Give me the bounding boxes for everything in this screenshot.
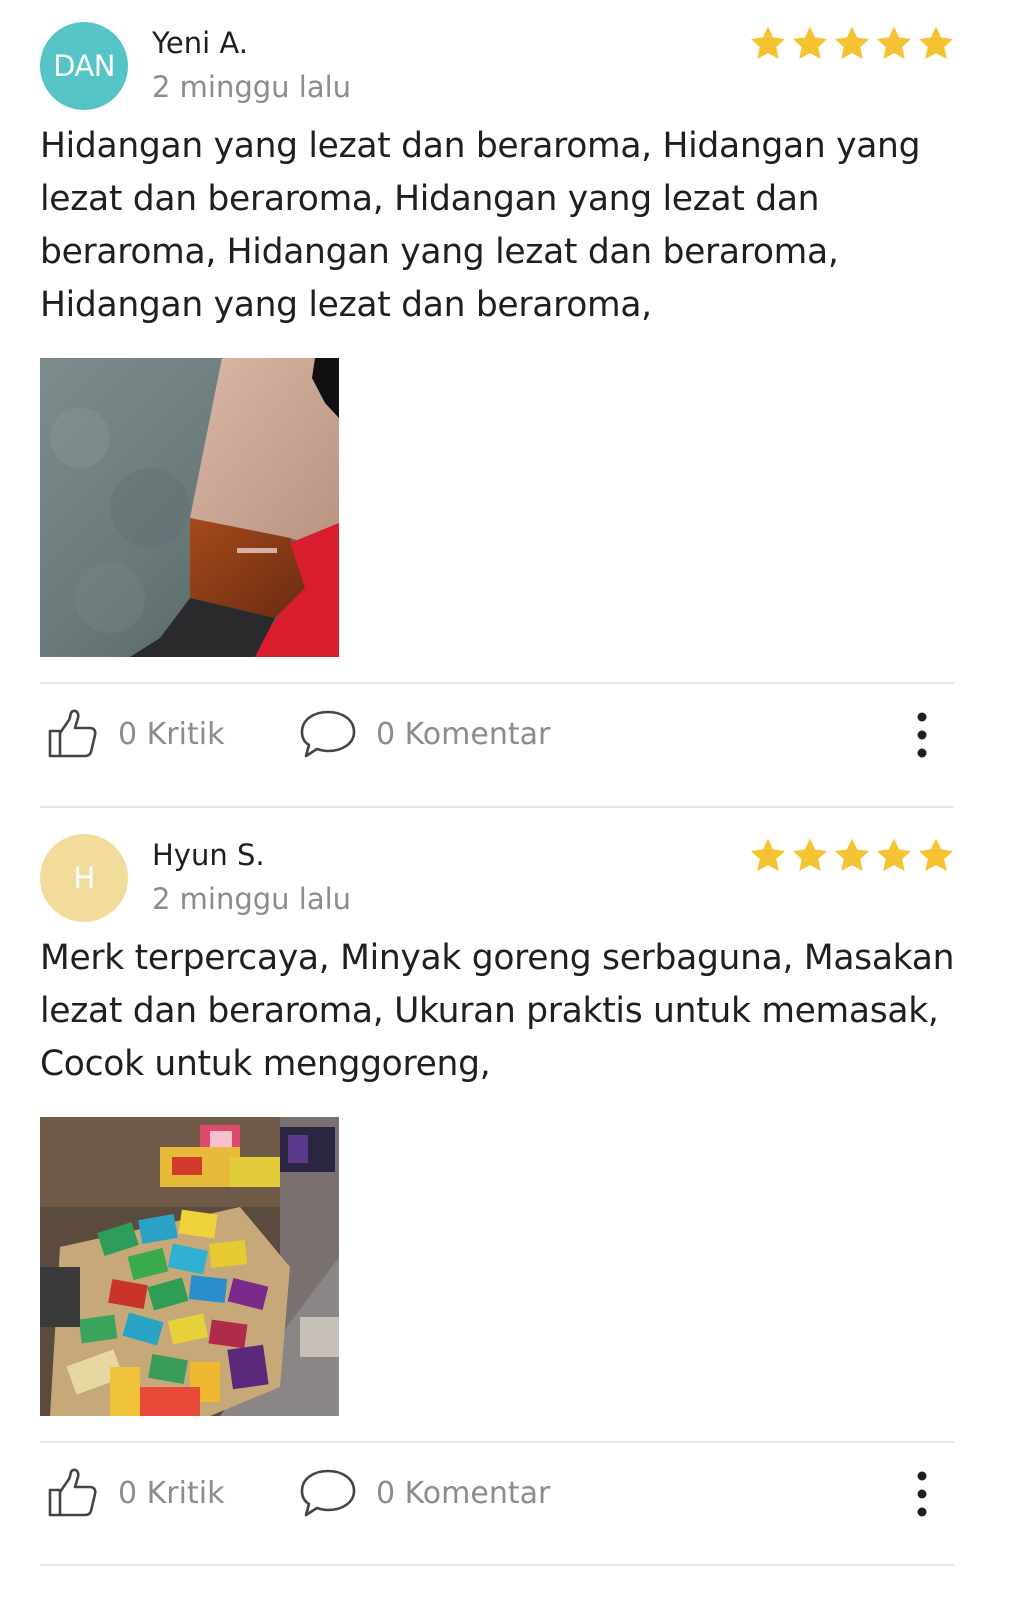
star-rating <box>748 836 956 876</box>
more-options-button[interactable] <box>902 1469 942 1519</box>
avatar[interactable]: DAN <box>40 22 128 110</box>
star-icon <box>751 838 785 871</box>
comment-count: 0 Komentar <box>376 716 551 752</box>
avatar[interactable]: H <box>40 834 128 922</box>
like-button[interactable]: 0 Kritik <box>46 1467 224 1519</box>
thumbs-up-icon <box>48 1468 97 1517</box>
review-actions: 0 Kritik 0 Komentar <box>0 690 1013 780</box>
review-photo[interactable] <box>40 1117 339 1416</box>
divider <box>40 682 954 684</box>
avatar-initials: H <box>73 861 95 895</box>
comment-button[interactable]: 0 Komentar <box>298 1467 550 1519</box>
like-button[interactable]: 0 Kritik <box>46 708 224 760</box>
star-icon <box>919 26 953 60</box>
star-icon <box>877 838 911 871</box>
review-time: 2 minggu lalu <box>152 70 352 104</box>
star-rating <box>748 24 956 64</box>
star-icon <box>919 838 953 871</box>
review-text: Hidangan yang lezat dan beraroma, Hidang… <box>40 126 921 325</box>
like-count: 0 Kritik <box>118 1475 225 1511</box>
comment-bubble-icon <box>300 710 356 758</box>
more-options-button[interactable] <box>902 710 942 760</box>
reviewer-name[interactable]: Yeni A. <box>152 26 248 60</box>
divider <box>40 1441 954 1443</box>
more-vertical-icon <box>917 1471 927 1517</box>
star-icon <box>751 26 785 60</box>
star-icon <box>835 838 869 871</box>
reviewer-name[interactable]: Hyun S. <box>152 838 265 872</box>
comment-bubble-icon <box>300 1469 356 1517</box>
star-icon <box>835 26 869 60</box>
star-icon <box>793 26 827 60</box>
star-icon <box>793 838 827 871</box>
divider <box>40 1564 954 1566</box>
review-text: Merk terpercaya, Minyak goreng serbaguna… <box>40 938 955 1084</box>
divider <box>40 806 954 808</box>
review-time: 2 minggu lalu <box>152 882 352 916</box>
comment-button[interactable]: 0 Komentar <box>298 708 550 760</box>
star-icon <box>877 26 911 60</box>
more-vertical-icon <box>917 712 927 758</box>
review-actions: 0 Kritik 0 Komentar <box>0 1449 1013 1539</box>
review-list: DAN Yeni A. 2 minggu lalu Hidangan yang … <box>0 0 1013 1600</box>
avatar-initials: DAN <box>53 49 115 83</box>
like-count: 0 Kritik <box>118 716 225 752</box>
thumbs-up-icon <box>48 709 97 758</box>
comment-count: 0 Komentar <box>376 1475 551 1511</box>
review-photo[interactable] <box>40 358 339 657</box>
